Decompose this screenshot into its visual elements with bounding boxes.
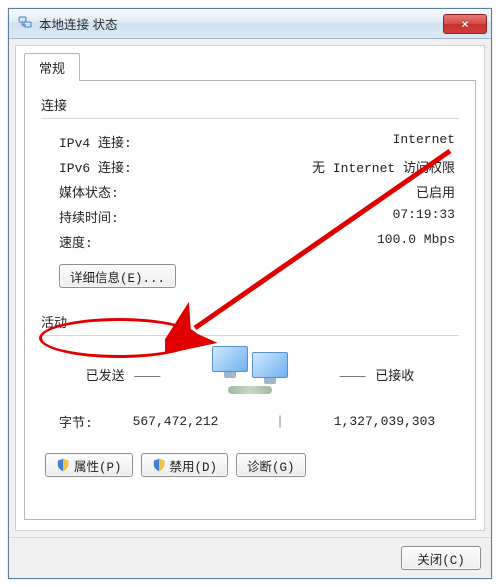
tab-general[interactable]: 常规 [24, 53, 80, 81]
close-button[interactable]: × [443, 14, 487, 34]
media-label: 媒体状态: [59, 182, 189, 201]
ipv4-label: IPv4 连接: [59, 132, 189, 151]
activity-buttons: 属性(P) 禁用(D) 诊断(G) [41, 453, 459, 477]
bytes-sent-value: 567,472,212 [111, 414, 240, 429]
sent-label: 已发送 —— [51, 365, 195, 384]
shield-icon [152, 458, 166, 472]
properties-button[interactable]: 属性(P) [45, 453, 133, 477]
activity-header-row: 已发送 —— —— 已接收 [41, 346, 459, 402]
dialog-content: 常规 连接 IPv4 连接: Internet IPv6 连接: [15, 45, 485, 531]
row-speed: 速度: 100.0 Mbps [41, 229, 459, 254]
divider [41, 118, 459, 119]
bytes-received-value: 1,327,039,303 [320, 414, 449, 429]
network-activity-icon [195, 346, 305, 402]
ipv6-value: 无 Internet 访问权限 [189, 157, 459, 176]
ipv6-label: IPv6 连接: [59, 157, 189, 176]
received-label: —— 已接收 [305, 365, 449, 384]
activity-heading: 活动 [41, 312, 459, 331]
close-icon: × [461, 17, 468, 31]
tab-strip: 常规 [24, 52, 476, 80]
row-media: 媒体状态: 已启用 [41, 179, 459, 204]
row-ipv4: IPv4 连接: Internet [41, 129, 459, 154]
divider-pipe: | [240, 414, 320, 429]
diagnose-button[interactable]: 诊断(G) [236, 453, 306, 477]
window-title: 本地连接 状态 [39, 14, 443, 33]
network-icon [17, 16, 33, 32]
speed-label: 速度: [59, 232, 189, 251]
row-ipv6: IPv6 连接: 无 Internet 访问权限 [41, 154, 459, 179]
duration-value: 07:19:33 [189, 207, 459, 226]
connection-heading: 连接 [41, 95, 459, 114]
row-duration: 持续时间: 07:19:33 [41, 204, 459, 229]
disable-button[interactable]: 禁用(D) [141, 453, 229, 477]
close-dialog-button[interactable]: 关闭(C) [401, 546, 481, 570]
dialog-window: 本地连接 状态 × 常规 连接 IPv4 连接: In [8, 8, 492, 579]
shield-icon [56, 458, 70, 472]
bytes-row: 字节: 567,472,212 | 1,327,039,303 [41, 402, 459, 431]
speed-value: 100.0 Mbps [189, 232, 459, 251]
activity-section: 活动 已发送 —— —— [41, 312, 459, 477]
tab-panel-general: 连接 IPv4 连接: Internet IPv6 连接: 无 Internet… [24, 80, 476, 520]
dialog-button-bar: 关闭(C) [9, 537, 491, 578]
details-button[interactable]: 详细信息(E)... [59, 264, 176, 288]
ipv4-value: Internet [189, 132, 459, 151]
media-value: 已启用 [189, 182, 459, 201]
duration-label: 持续时间: [59, 207, 189, 226]
bytes-label: 字节: [51, 412, 111, 431]
divider [41, 335, 459, 336]
title-bar[interactable]: 本地连接 状态 × [9, 9, 491, 39]
